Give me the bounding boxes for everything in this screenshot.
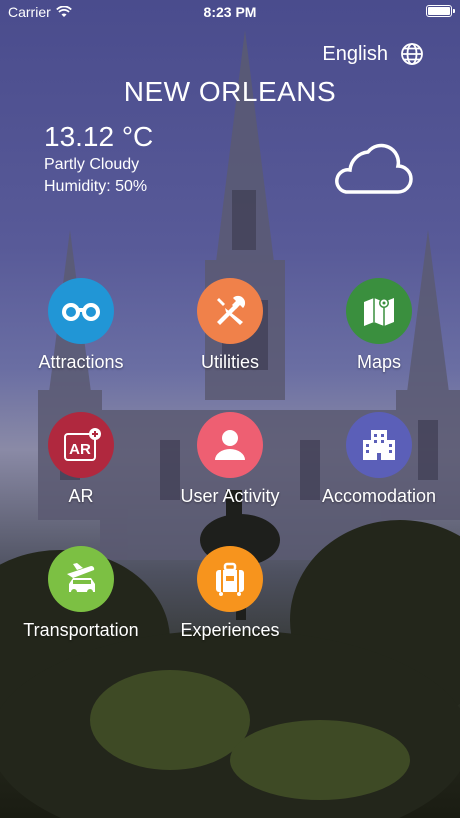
language-label: English — [322, 42, 388, 65]
globe-icon — [401, 43, 423, 65]
building-icon — [363, 430, 395, 460]
status-bar: Carrier 8:23 PM — [0, 0, 460, 24]
menu-item-maps[interactable]: Maps — [304, 278, 454, 373]
weather-condition: Partly Cloudy — [44, 156, 140, 173]
weather-panel: 13.12 °C Partly Cloudy Humidity: 50% — [44, 120, 153, 198]
accomodation-circle — [346, 412, 412, 478]
menu-item-transportation[interactable]: Transportation — [6, 546, 156, 641]
experiences-circle — [197, 546, 263, 612]
menu-label: Experiences — [180, 620, 280, 640]
ar-circle: AR — [48, 412, 114, 478]
menu-label: Accomodation — [321, 486, 437, 506]
clock: 8:23 PM — [203, 4, 257, 20]
menu-item-user-activity[interactable]: User Activity — [155, 412, 305, 507]
user-activity-circle — [197, 412, 263, 478]
menu-label: User Activity — [180, 486, 280, 506]
transportation-circle — [48, 546, 114, 612]
menu-label: Transportation — [23, 620, 139, 640]
menu-item-ar[interactable]: AR AR — [6, 412, 156, 507]
city-title: NEW ORLEANS — [123, 76, 337, 107]
maps-circle — [346, 278, 412, 344]
binoculars-icon — [62, 303, 100, 321]
menu-item-experiences[interactable]: Experiences — [155, 546, 305, 641]
tools-icon — [217, 295, 246, 325]
temperature: 13.12 °C — [44, 121, 154, 152]
menu-label: Maps — [356, 352, 401, 372]
attractions-circle — [48, 278, 114, 344]
humidity: Humidity: 50% — [44, 178, 148, 195]
language-selector[interactable]: English — [322, 42, 424, 66]
utilities-circle — [197, 278, 263, 344]
menu-item-attractions[interactable]: Attractions — [6, 278, 156, 373]
svg-text:AR: AR — [69, 441, 91, 458]
ar-icon: AR — [64, 428, 101, 461]
menu-item-accomodation[interactable]: Accomodation — [304, 412, 454, 507]
menu-label: Utilities — [200, 352, 259, 372]
menu-item-utilities[interactable]: Utilities — [155, 278, 305, 373]
cloud-icon — [335, 143, 413, 194]
luggage-icon — [216, 562, 244, 596]
transport-icon — [67, 563, 95, 595]
user-icon — [215, 430, 245, 460]
menu-label: Attractions — [38, 352, 124, 372]
map-icon — [364, 298, 394, 326]
menu-label: AR — [68, 486, 94, 506]
battery-icon — [426, 5, 455, 17]
